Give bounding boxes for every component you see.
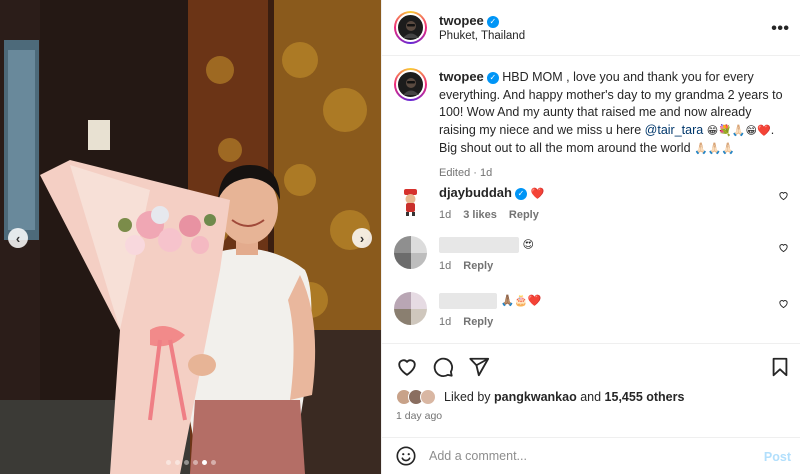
comment-item: djaybuddah ✓ ❤️ 1d 3 likes Reply <box>394 184 789 221</box>
avatar-portrait-icon <box>402 77 419 95</box>
caption-emojis-2: 🙏🏻🙏🏻🙏🏻 <box>694 143 736 155</box>
like-comment-heart-icon[interactable] <box>778 242 789 253</box>
carousel-prev-button[interactable]: ‹ <box>8 228 28 248</box>
comment-meta: 1d 3 likes Reply <box>439 209 544 221</box>
heart-icon <box>398 358 416 376</box>
comment-line: 😍 <box>439 236 534 254</box>
carousel-dot <box>165 460 171 465</box>
comment-text: 🙏🏽🎂❤️ <box>500 295 542 307</box>
carousel-dot <box>201 460 207 465</box>
more-horizontal-icon: • • • <box>771 20 789 37</box>
comment-button[interactable] <box>432 356 454 378</box>
more-options-button[interactable]: • • • <box>771 20 789 38</box>
post-timestamp[interactable]: 1 day ago <box>396 410 442 422</box>
like-comment-heart-icon[interactable] <box>778 298 789 309</box>
carousel-dot <box>183 460 189 465</box>
liker-avatars[interactable] <box>396 389 436 405</box>
caption-mention-link[interactable]: @tair_tara <box>645 123 704 137</box>
comment-input[interactable] <box>429 449 749 463</box>
comment-text: 😍 <box>522 239 534 251</box>
post-location[interactable]: Phuket, Thailand <box>439 30 525 42</box>
post-photo[interactable]: ‹ › <box>0 0 381 474</box>
comment-reply-button[interactable]: Reply <box>463 316 493 328</box>
header-meta: twopee ✓ Phuket, Thailand <box>439 13 525 42</box>
commenter-avatar[interactable] <box>394 236 427 269</box>
commenter-avatar-image <box>394 236 427 269</box>
like-comment-heart-icon[interactable] <box>778 190 789 201</box>
avatar[interactable] <box>394 11 427 44</box>
comment-meta: 1d Reply <box>439 260 534 272</box>
commenter-avatar[interactable] <box>394 184 427 217</box>
comment-username[interactable]: djaybuddah <box>439 185 512 200</box>
post-header: twopee ✓ Phuket, Thailand • • • <box>382 0 800 56</box>
verified-badge-icon: ✓ <box>514 188 527 200</box>
bookmark-icon <box>772 357 788 377</box>
send-paper-plane-icon <box>469 357 490 376</box>
comment-item: 😍 1d Reply <box>394 236 789 272</box>
likes-joiner: and <box>580 390 602 404</box>
add-comment-bar: Post <box>382 437 800 474</box>
commenter-avatar[interactable] <box>394 292 427 325</box>
comment-time[interactable]: 1d <box>439 316 451 328</box>
comment-item: 🙏🏽🎂❤️ 1d Reply <box>394 292 789 328</box>
caption-username[interactable]: twopee <box>439 69 484 84</box>
commenter-avatar-image <box>394 184 427 217</box>
comment-body: 🙏🏽🎂❤️ 1d Reply <box>439 292 542 328</box>
comment-meta: 1d Reply <box>439 316 542 328</box>
instagram-post: ‹ › twopee ✓ Phuket, Thailand • • • twop… <box>0 0 800 474</box>
likes-prefix: Liked by <box>444 390 491 404</box>
comment-time[interactable]: 1d <box>439 209 451 221</box>
share-button[interactable] <box>468 356 490 378</box>
chevron-right-icon: › <box>359 230 365 246</box>
comment-bubble-icon <box>433 357 453 377</box>
commenter-avatar-image <box>394 292 427 325</box>
caption-emojis-1: 😁💐🙏🏻😁❤️ <box>706 124 771 137</box>
carousel-dot <box>174 460 180 465</box>
comment-body: 😍 1d Reply <box>439 236 534 272</box>
likes-summary: Liked by pangkwankao and 15,455 others <box>396 389 684 405</box>
post-caption: twopee ✓ HBD MOM , love you and thank you… <box>394 68 789 182</box>
avatar-image <box>396 70 425 99</box>
comment-time[interactable]: 1d <box>439 260 451 272</box>
caption-body: twopee ✓ HBD MOM , love you and thank you… <box>439 68 789 182</box>
comment-username-redacted[interactable] <box>439 292 497 309</box>
emoji-smile-icon[interactable] <box>395 445 417 467</box>
save-button[interactable] <box>769 356 791 378</box>
comment-body: djaybuddah ✓ ❤️ 1d 3 likes Reply <box>439 184 544 221</box>
comment-username-redacted[interactable] <box>439 236 519 253</box>
carousel-next-button[interactable]: › <box>352 228 372 248</box>
comment-reply-button[interactable]: Reply <box>463 260 493 272</box>
likes-others-link[interactable]: 15,455 others <box>605 390 685 404</box>
chevron-left-icon: ‹ <box>15 230 21 246</box>
comment-text: ❤️ <box>530 188 545 200</box>
comment-reply-button[interactable]: Reply <box>509 209 539 221</box>
liker-avatar <box>420 389 436 405</box>
carousel-dot <box>210 460 216 465</box>
post-side-panel: twopee ✓ Phuket, Thailand • • • twopee ✓ H… <box>381 0 800 474</box>
verified-badge-icon: ✓ <box>486 16 499 28</box>
post-action-bar <box>382 343 800 389</box>
avatar[interactable] <box>394 68 427 101</box>
avatar-portrait-icon <box>402 20 419 38</box>
likes-user-link[interactable]: pangkwankao <box>494 390 577 404</box>
carousel-dot <box>192 460 198 465</box>
like-button[interactable] <box>396 356 418 378</box>
carousel-dots <box>0 460 381 465</box>
avatar-image <box>396 13 425 42</box>
comment-line: 🙏🏽🎂❤️ <box>439 292 542 310</box>
post-comment-button[interactable]: Post <box>764 450 791 464</box>
caption-text: twopee ✓ HBD MOM , love you and thank you… <box>439 68 789 159</box>
post-author-username[interactable]: twopee <box>439 13 484 28</box>
caption-edited-time: Edited · 1d <box>439 166 493 179</box>
photo-scene <box>0 0 381 474</box>
comment-line: djaybuddah ✓ ❤️ <box>439 184 544 203</box>
verified-badge-icon: ✓ <box>486 72 499 84</box>
comment-likes-count[interactable]: 3 likes <box>463 209 497 221</box>
